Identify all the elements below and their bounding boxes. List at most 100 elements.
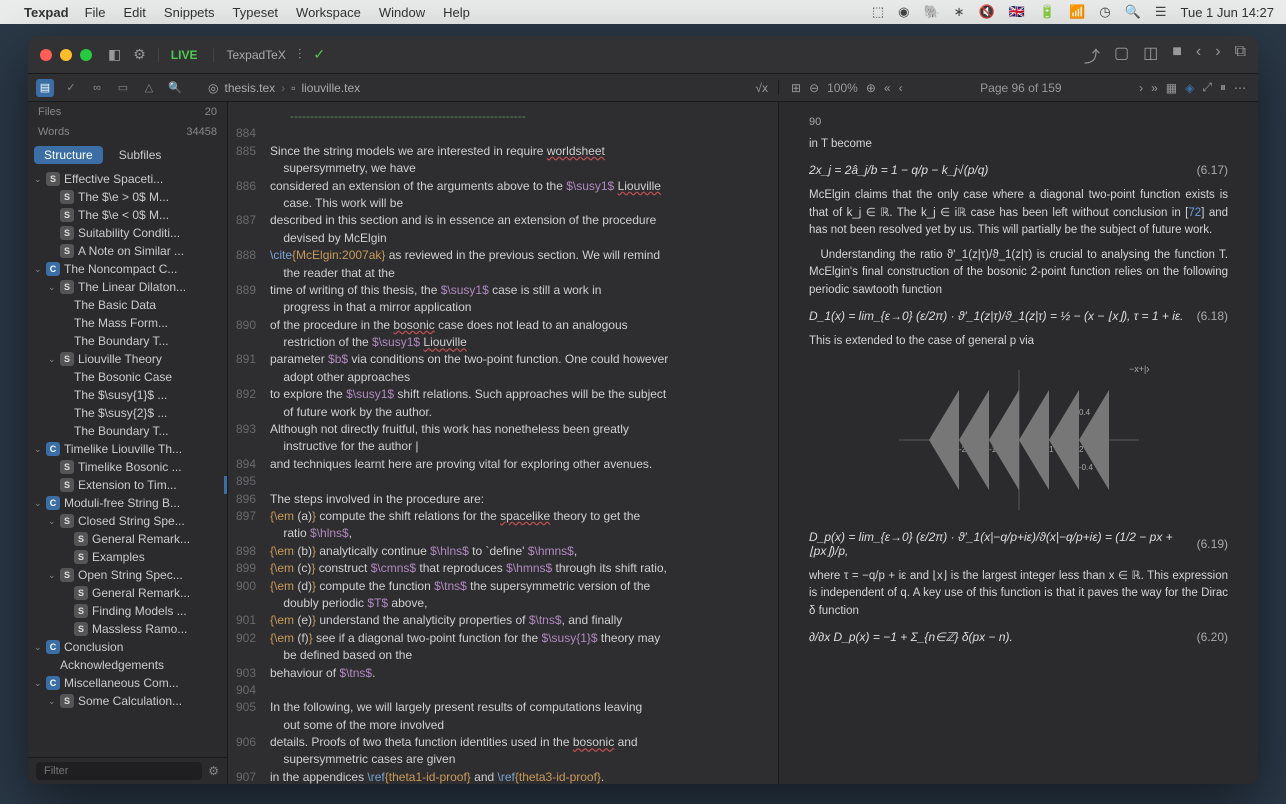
outline-item[interactable]: The $\susy{1}$ ... bbox=[28, 386, 227, 404]
outline-item[interactable]: The $\susy{2}$ ... bbox=[28, 404, 227, 422]
settings-icon[interactable]: ⚙ bbox=[133, 46, 146, 63]
maximize-button[interactable] bbox=[80, 49, 92, 61]
menu-snippets[interactable]: Snippets bbox=[164, 5, 215, 20]
battery-icon[interactable]: 🔋 bbox=[1039, 4, 1055, 20]
outline-item[interactable]: SFinding Models ... bbox=[28, 602, 227, 620]
doc-icon: ◎ bbox=[208, 81, 218, 95]
live-indicator[interactable]: LIVE bbox=[158, 48, 198, 62]
clock-icon[interactable]: ◷ bbox=[1099, 4, 1110, 20]
page-mode-icon[interactable]: ▦ bbox=[1166, 81, 1177, 95]
more-icon[interactable]: ⋯ bbox=[1234, 81, 1246, 95]
menu-workspace[interactable]: Workspace bbox=[296, 5, 361, 20]
new-window-icon[interactable]: ⧉ bbox=[1235, 43, 1246, 67]
words-count: 34458 bbox=[186, 126, 217, 138]
outline-item[interactable]: The Bosonic Case bbox=[28, 368, 227, 386]
menu-edit[interactable]: Edit bbox=[124, 5, 146, 20]
outline-mode-icon[interactable]: ▤ bbox=[36, 79, 54, 97]
outline-item[interactable]: SSuitability Conditi... bbox=[28, 224, 227, 242]
outline-item[interactable]: SGeneral Remark... bbox=[28, 530, 227, 548]
menu-file[interactable]: File bbox=[85, 5, 106, 20]
outline-item[interactable]: ⌄CMiscellaneous Com... bbox=[28, 674, 227, 692]
outline-item[interactable]: STimelike Bosonic ... bbox=[28, 458, 227, 476]
outline-item[interactable]: SGeneral Remark... bbox=[28, 584, 227, 602]
line-gutter: 884885 886 887 888 889 890 891 892 893 8… bbox=[228, 102, 262, 784]
nav-back-icon[interactable]: ‹ bbox=[1196, 43, 1201, 67]
evernote-icon[interactable]: 🐘 bbox=[923, 4, 939, 20]
bluetooth-icon[interactable]: ∗ bbox=[954, 4, 965, 20]
menu-typeset[interactable]: Typeset bbox=[233, 5, 279, 20]
wifi-icon[interactable]: 📶 bbox=[1069, 4, 1085, 20]
tab-subfiles[interactable]: Subfiles bbox=[109, 146, 172, 164]
filter-gear-icon[interactable]: ⚙ bbox=[208, 764, 219, 778]
menu-help[interactable]: Help bbox=[443, 5, 470, 20]
minimize-button[interactable] bbox=[60, 49, 72, 61]
crumb-root[interactable]: thesis.tex bbox=[224, 81, 275, 95]
outline-item[interactable]: ⌄CConclusion bbox=[28, 638, 227, 656]
code-editor[interactable]: 884885 886 887 888 889 890 891 892 893 8… bbox=[228, 102, 778, 784]
outline-item[interactable]: SMassless Ramo... bbox=[28, 620, 227, 638]
status-ok-icon[interactable]: ✓ bbox=[313, 46, 325, 63]
app-name[interactable]: Texpad bbox=[24, 5, 69, 20]
rewind-icon[interactable]: « bbox=[884, 81, 891, 95]
control-center-icon[interactable]: ☰ bbox=[1155, 4, 1167, 20]
warning-icon[interactable]: △ bbox=[140, 79, 158, 97]
outline-item[interactable]: ⌄SEffective Spaceti... bbox=[28, 170, 227, 188]
search-sidebar-icon[interactable]: 🔍 bbox=[166, 79, 184, 97]
outline-item[interactable]: The Mass Form... bbox=[28, 314, 227, 332]
ffwd-icon[interactable]: » bbox=[1151, 81, 1158, 95]
folder-icon[interactable]: ▭ bbox=[114, 79, 132, 97]
close-button[interactable] bbox=[40, 49, 52, 61]
expand-icon[interactable]: ⤢ bbox=[1202, 80, 1212, 95]
outline-item[interactable]: ⌄CModuli-free String B... bbox=[28, 494, 227, 512]
code-area[interactable]: ----------------------------------------… bbox=[262, 102, 778, 784]
zoom-level[interactable]: 100% bbox=[827, 81, 858, 95]
outline-item[interactable]: ⌄SSome Calculation... bbox=[28, 692, 227, 710]
outline-item[interactable]: ⌄SOpen String Spec... bbox=[28, 566, 227, 584]
sidebar-toggle-icon[interactable]: ◧ bbox=[108, 46, 121, 63]
share-icon[interactable]: ⤴ bbox=[1084, 43, 1100, 67]
nav-forward-icon[interactable]: › bbox=[1215, 43, 1220, 67]
pdf-preview[interactable]: 90 in T become 2x_j = 2â_j/b = 1 − q/p −… bbox=[778, 102, 1258, 784]
outline-item[interactable]: SThe $\e > 0$ M... bbox=[28, 188, 227, 206]
outline-item[interactable]: ⌄SClosed String Spe... bbox=[28, 512, 227, 530]
outline-item[interactable]: Acknowledgements bbox=[28, 656, 227, 674]
outline-item[interactable]: ⌄SLiouville Theory bbox=[28, 350, 227, 368]
check-icon[interactable]: ✓ bbox=[62, 79, 80, 97]
filter-input[interactable] bbox=[36, 762, 202, 780]
outline-item[interactable]: The Basic Data bbox=[28, 296, 227, 314]
mute-icon[interactable]: 🔇 bbox=[979, 4, 995, 20]
outline-item[interactable]: The Boundary T... bbox=[28, 422, 227, 440]
outline-item[interactable]: SA Note on Similar ... bbox=[28, 242, 227, 260]
citation-ref[interactable]: 72 bbox=[1188, 207, 1201, 219]
datetime[interactable]: Tue 1 Jun 14:27 bbox=[1181, 5, 1274, 20]
pause-icon[interactable]: ⏸ bbox=[1220, 80, 1226, 95]
outline-tree[interactable]: ⌄SEffective Spaceti...SThe $\e > 0$ M...… bbox=[28, 168, 227, 757]
sqrt-icon[interactable]: √x bbox=[755, 81, 768, 95]
menu-window[interactable]: Window bbox=[379, 5, 425, 20]
layout-single-icon[interactable]: ▢ bbox=[1114, 43, 1129, 67]
layout-split-icon[interactable]: ◫ bbox=[1143, 43, 1158, 67]
sliders-icon[interactable]: ⫶ bbox=[298, 46, 302, 63]
forward-icon[interactable]: › bbox=[1139, 81, 1143, 95]
sync-icon[interactable]: ◈ bbox=[1185, 81, 1194, 95]
zoom-out-icon[interactable]: ⊖ bbox=[809, 81, 819, 95]
crumb-file[interactable]: liouville.tex bbox=[301, 81, 360, 95]
layout-full-icon[interactable]: ■ bbox=[1172, 43, 1182, 67]
engine-label[interactable]: TexpadTeX bbox=[213, 48, 285, 62]
status-icon[interactable]: ◉ bbox=[898, 4, 909, 20]
outline-item[interactable]: The Boundary T... bbox=[28, 332, 227, 350]
outline-item[interactable]: ⌄CTimelike Liouville Th... bbox=[28, 440, 227, 458]
outline-item[interactable]: ⌄SThe Linear Dilaton... bbox=[28, 278, 227, 296]
spotlight-icon[interactable]: 🔍 bbox=[1125, 4, 1141, 20]
dropbox-icon[interactable]: ⬚ bbox=[872, 4, 884, 20]
outline-item[interactable]: ⌄CThe Noncompact C... bbox=[28, 260, 227, 278]
outline-item[interactable]: SExamples bbox=[28, 548, 227, 566]
flag-icon[interactable]: 🇬🇧 bbox=[1009, 4, 1025, 20]
grid-icon[interactable]: ⊞ bbox=[791, 81, 801, 95]
outline-item[interactable]: SExtension to Tim... bbox=[28, 476, 227, 494]
back-icon[interactable]: ‹ bbox=[899, 81, 903, 95]
outline-item[interactable]: SThe $\e < 0$ M... bbox=[28, 206, 227, 224]
link-icon[interactable]: ∞ bbox=[88, 79, 106, 97]
tab-structure[interactable]: Structure bbox=[34, 146, 103, 164]
zoom-in-icon[interactable]: ⊕ bbox=[866, 81, 876, 95]
